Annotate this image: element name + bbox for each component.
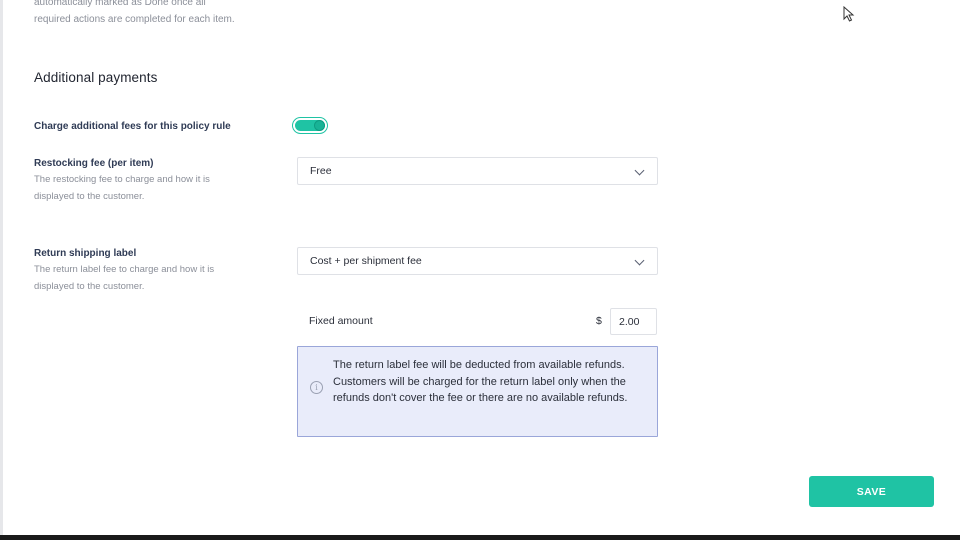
left-rail (0, 0, 3, 540)
info-icon: i (310, 381, 323, 394)
charge-fees-toggle[interactable] (292, 117, 328, 134)
chevron-down-icon (634, 255, 645, 266)
mouse-pointer-icon (843, 6, 855, 22)
return-shipping-label: Return shipping label (34, 248, 137, 259)
info-message-text: The return label fee will be deducted fr… (333, 359, 628, 404)
chevron-down-icon (634, 165, 645, 176)
save-button[interactable]: SAVE (809, 476, 934, 507)
fixed-amount-label: Fixed amount (309, 315, 373, 327)
restocking-fee-help: The restocking fee to charge and how it … (34, 174, 210, 202)
return-shipping-help: The return label fee to charge and how i… (34, 264, 215, 292)
bottom-bar (0, 535, 960, 540)
return-shipping-select[interactable]: Cost + per shipment fee (297, 247, 658, 275)
restocking-fee-select[interactable]: Free (297, 157, 658, 185)
toggle-knob (314, 119, 325, 131)
info-message-box: i The return label fee will be deducted … (297, 346, 658, 437)
section-title: Additional payments (34, 70, 158, 85)
restocking-fee-value: Free (310, 165, 332, 177)
fixed-amount-input[interactable] (610, 308, 657, 335)
policy-rule-page: automatically marked as Done once all re… (0, 0, 960, 540)
currency-symbol: $ (596, 315, 602, 327)
restocking-fee-label: Restocking fee (per item) (34, 158, 154, 169)
previous-section-description: automatically marked as Done once all re… (34, 0, 235, 25)
return-shipping-value: Cost + per shipment fee (310, 255, 422, 267)
charge-fees-label: Charge additional fees for this policy r… (34, 121, 231, 132)
